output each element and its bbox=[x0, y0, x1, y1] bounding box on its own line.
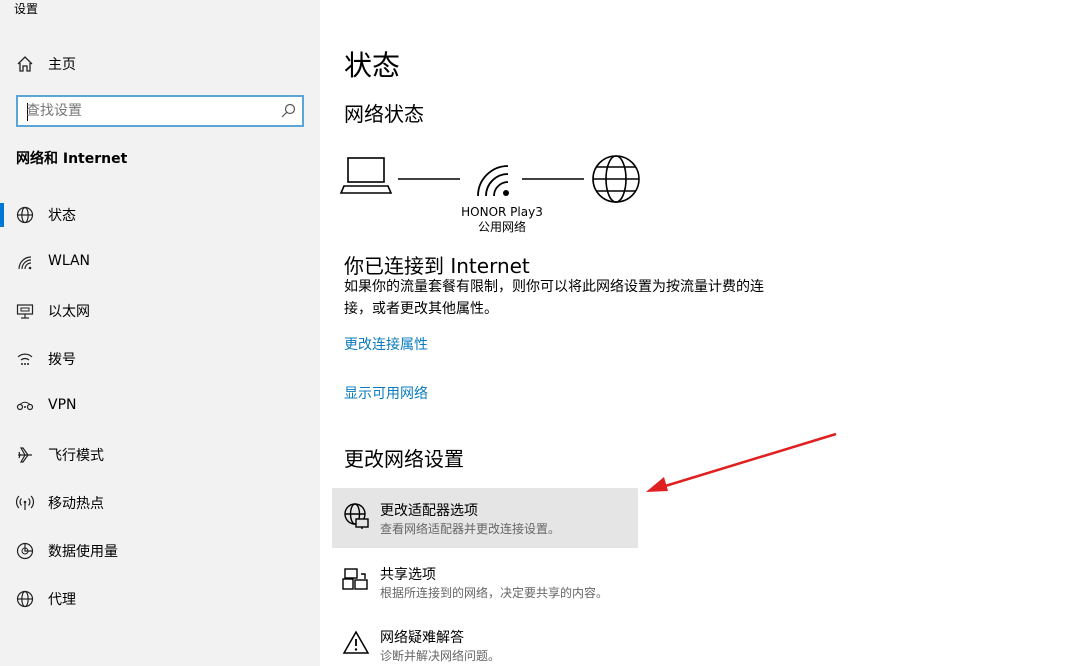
sidebar-item-label: 拨号 bbox=[48, 352, 76, 368]
sharing-icon bbox=[342, 568, 368, 590]
network-name: HONOR Play3 bbox=[461, 205, 543, 219]
home-icon bbox=[17, 56, 33, 72]
ethernet-icon bbox=[16, 304, 34, 319]
globe-icon bbox=[16, 206, 34, 224]
sidebar-item-ethernet[interactable]: 以太网 bbox=[0, 291, 320, 331]
option-subtitle: 根据所连接到的网络，决定要共享的内容。 bbox=[380, 586, 609, 600]
network-label: HONOR Play3 公用网络 bbox=[452, 205, 552, 235]
sidebar-item-proxy[interactable]: 代理 bbox=[0, 579, 320, 619]
network-diagram: HONOR Play3 公用网络 bbox=[339, 150, 650, 240]
search-box[interactable] bbox=[16, 95, 304, 127]
app-title: 设置 bbox=[14, 2, 39, 16]
sidebar-item-data-usage[interactable]: 数据使用量 bbox=[0, 531, 320, 571]
page-title: 状态 bbox=[344, 49, 401, 82]
option-title: 更改适配器选项 bbox=[380, 503, 478, 519]
wifi-icon bbox=[18, 256, 32, 270]
group-title: 网络和 Internet bbox=[16, 151, 128, 167]
dialup-icon bbox=[17, 353, 33, 365]
laptop-icon bbox=[339, 157, 393, 194]
connected-description: 如果你的流量套餐有限制，则你可以将此网络设置为按流量计费的连接，或者更改其他属性… bbox=[344, 279, 764, 317]
main-content: 状态 网络状态 HONOR Play3 公用网络 你已连接到 Internet … bbox=[320, 0, 1070, 666]
search-icon[interactable] bbox=[280, 103, 296, 119]
sidebar-item-label: 代理 bbox=[48, 592, 76, 608]
internet-globe-icon bbox=[592, 155, 640, 203]
sidebar-item-label: 移动热点 bbox=[48, 496, 104, 512]
option-troubleshoot[interactable]: 网络疑难解答 诊断并解决网络问题。 bbox=[332, 615, 638, 666]
sidebar-item-airplane[interactable]: 飞行模式 bbox=[0, 435, 320, 475]
vpn-icon bbox=[16, 401, 34, 411]
sidebar: 设置 主页 网络和 Internet 状态 WLAN bbox=[0, 0, 320, 666]
change-network-settings-title: 更改网络设置 bbox=[344, 447, 464, 471]
option-title: 共享选项 bbox=[380, 567, 436, 583]
hotspot-icon bbox=[16, 495, 34, 510]
option-adapter-settings[interactable]: 更改适配器选项 查看网络适配器并更改连接设置。 bbox=[332, 488, 638, 548]
sidebar-item-label: 飞行模式 bbox=[48, 448, 104, 464]
sidebar-item-hotspot[interactable]: 移动热点 bbox=[0, 483, 320, 523]
red-arrow-annotation bbox=[646, 432, 837, 492]
option-subtitle: 诊断并解决网络问题。 bbox=[380, 649, 501, 663]
sidebar-item-label: WLAN bbox=[48, 253, 91, 269]
warning-icon bbox=[342, 630, 370, 654]
option-subtitle: 查看网络适配器并更改连接设置。 bbox=[380, 522, 561, 536]
adapter-globe-icon bbox=[344, 503, 369, 529]
nav-home[interactable]: 主页 bbox=[0, 44, 320, 84]
sidebar-item-wlan[interactable]: WLAN bbox=[0, 243, 320, 283]
sidebar-item-label: 以太网 bbox=[48, 304, 90, 320]
option-sharing[interactable]: 共享选项 根据所连接到的网络，决定要共享的内容。 bbox=[332, 552, 638, 612]
proxy-globe-icon bbox=[16, 590, 34, 608]
sidebar-item-label: VPN bbox=[48, 397, 77, 413]
network-status-title: 网络状态 bbox=[344, 102, 424, 126]
active-indicator bbox=[0, 203, 4, 227]
network-diagram-graphic bbox=[339, 155, 640, 203]
wifi-signal-icon bbox=[477, 165, 509, 197]
sidebar-item-dialup[interactable]: 拨号 bbox=[0, 339, 320, 379]
sidebar-item-label: 数据使用量 bbox=[48, 544, 118, 560]
change-connection-properties-link[interactable]: 更改连接属性 bbox=[344, 334, 428, 354]
nav-home-label: 主页 bbox=[48, 57, 76, 73]
sidebar-item-status[interactable]: 状态 bbox=[0, 195, 320, 235]
network-type: 公用网络 bbox=[477, 220, 526, 234]
sidebar-item-vpn[interactable]: VPN bbox=[0, 387, 320, 427]
connected-title: 你已连接到 Internet bbox=[344, 254, 530, 278]
data-usage-icon bbox=[16, 542, 34, 560]
sidebar-item-label: 状态 bbox=[48, 208, 76, 224]
airplane-icon bbox=[18, 447, 32, 463]
search-input[interactable] bbox=[26, 101, 276, 121]
show-available-networks-link[interactable]: 显示可用网络 bbox=[344, 383, 428, 403]
option-title: 网络疑难解答 bbox=[380, 630, 464, 646]
